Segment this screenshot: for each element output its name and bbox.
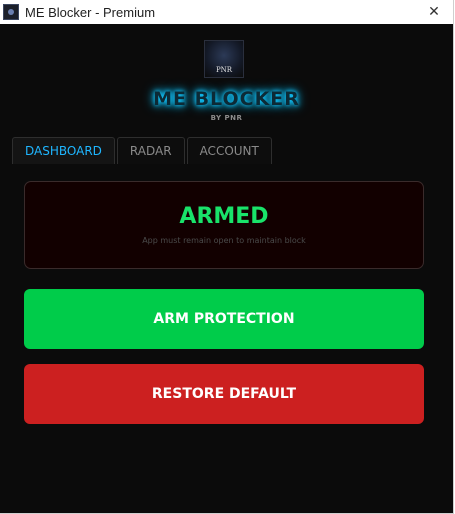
status-card: ARMED App must remain open to maintain b…: [24, 181, 424, 269]
tab-bar: DASHBOARD RADAR ACCOUNT: [12, 137, 272, 164]
tab-dashboard[interactable]: DASHBOARD: [12, 137, 115, 164]
brand-subtitle: BY PNR: [210, 114, 243, 122]
brand-title: ME BLOCKER: [153, 88, 300, 110]
main-content: PNR ME BLOCKER BY PNR DASHBOARD RADAR AC…: [0, 24, 453, 513]
logo-text: PNR: [215, 66, 233, 74]
title-bar: ME Blocker - Premium ✕: [0, 0, 453, 24]
status-title: ARMED: [179, 204, 269, 229]
app-window: ME Blocker - Premium ✕ PNR ME BLOCKER BY…: [0, 0, 454, 514]
app-icon: [3, 4, 19, 20]
window-title: ME Blocker - Premium: [25, 4, 156, 20]
tab-account[interactable]: ACCOUNT: [186, 137, 272, 164]
arm-protection-button[interactable]: ARM PROTECTION: [24, 289, 424, 349]
tab-radar[interactable]: RADAR: [116, 137, 185, 164]
close-icon[interactable]: ✕: [423, 1, 445, 23]
brand-logo: PNR: [204, 40, 244, 78]
restore-default-button[interactable]: RESTORE DEFAULT: [24, 364, 424, 424]
status-note: App must remain open to maintain block: [142, 236, 306, 245]
